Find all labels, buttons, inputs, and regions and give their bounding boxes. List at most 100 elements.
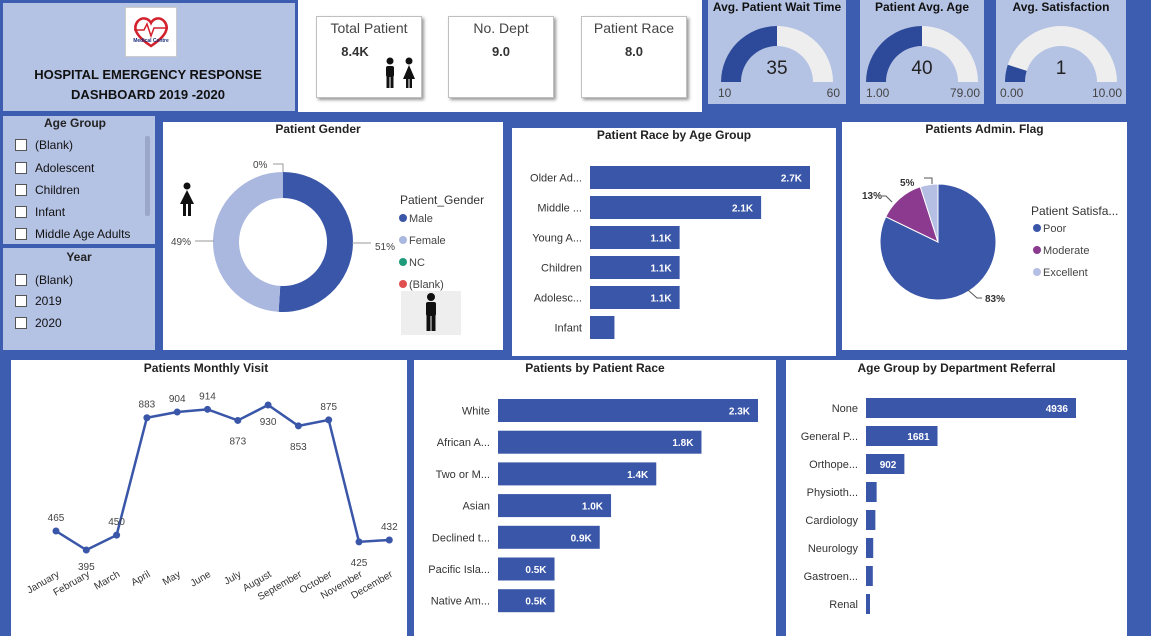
category-label: African A... [437, 437, 490, 449]
label-leader [273, 163, 284, 172]
label-leader [967, 289, 982, 299]
data-point [234, 416, 242, 424]
category-label: Infant [554, 323, 582, 335]
slicer-title: Age Group [44, 116, 106, 130]
bar [866, 566, 873, 586]
category-label: Native Am... [431, 596, 490, 608]
slicer-option[interactable]: 2019 [15, 294, 62, 308]
data-point [264, 401, 272, 409]
legend-label: Moderate [1043, 245, 1089, 257]
category-label: None [832, 403, 858, 415]
bar [866, 482, 877, 502]
header-panel: Medical Centre HOSPITAL EMERGENCY RESPON… [3, 3, 295, 111]
legend-marker [399, 214, 407, 222]
category-label: Children [541, 263, 582, 275]
data-label: 902 [880, 460, 897, 471]
data-point [143, 414, 151, 422]
gauge-value: 1 [1055, 58, 1067, 79]
race-chart-panel: Patients by Patient Race White 2.3K Africa… [414, 360, 776, 636]
slice-label: 13% [862, 191, 882, 202]
slice-label: 5% [900, 178, 915, 189]
male-icon-box [401, 291, 461, 335]
dept-bar-chart: None 4936 General P... 1681 Orthope... 902 Phy… [801, 398, 1076, 614]
slicer-option[interactable]: Adolescent [15, 161, 94, 175]
x-tick-label: March [93, 569, 123, 592]
race-age-bar-chart: Older Ad... 2.7K Middle ... 2.1K Young A... 1… [530, 166, 810, 339]
race-bar-chart: White 2.3K African A... 1.8K Two or M... 1.4K… [428, 399, 758, 613]
checkbox[interactable] [15, 295, 27, 307]
slicer-option[interactable]: 2020 [15, 316, 62, 330]
data-label: 4936 [1046, 404, 1069, 415]
data-point [385, 536, 393, 544]
gauge-max: 10.00 [1091, 86, 1122, 100]
series-line [55, 403, 390, 552]
logo-text: Medical Centre [133, 38, 169, 44]
gauge-satisfaction: Avg. Satisfaction 1 0.00 10.00 [996, 0, 1126, 104]
legend-marker [1033, 246, 1041, 254]
checkbox[interactable] [15, 162, 27, 174]
category-label: Asian [462, 501, 490, 513]
gauge-min: 0.00 [1000, 86, 1024, 100]
donut-slice [278, 172, 354, 312]
kpi-no-dept: No. Dept 9.0 [448, 16, 554, 98]
slice-label: 51% [375, 242, 395, 253]
slicer-option[interactable]: Children [15, 183, 80, 197]
data-label: 465 [48, 513, 65, 524]
kpi-value: 8.0 [624, 44, 644, 59]
kpi-patient-race: Patient Race 8.0 [581, 16, 687, 98]
data-label: 930 [260, 417, 277, 428]
gauge-avg-age: Patient Avg. Age 40 1.00 79.00 [860, 0, 984, 104]
donut-slice [213, 172, 283, 312]
category-label: Physioth... [807, 487, 858, 499]
category-label: Two or M... [436, 469, 490, 481]
legend-label: Poor [1043, 223, 1067, 235]
legend-label: Female [409, 235, 446, 247]
data-label: 1.0K [582, 502, 604, 513]
data-point [113, 531, 121, 539]
checkbox[interactable] [15, 184, 27, 196]
data-label: 1.8K [672, 438, 694, 449]
kpi-label: No. Dept [473, 20, 529, 36]
data-label: 883 [139, 400, 156, 411]
dashboard-title-line1: HOSPITAL EMERGENCY RESPONSE [34, 67, 262, 82]
checkbox[interactable] [15, 228, 27, 240]
checkbox[interactable] [15, 274, 27, 286]
bar [866, 398, 1076, 418]
data-label: 1.4K [627, 470, 649, 481]
data-point [173, 408, 181, 416]
gauge-max: 79.00 [949, 86, 980, 100]
slicer-option[interactable]: (Blank) [15, 138, 73, 152]
data-label: 1681 [907, 432, 930, 443]
category-label: White [462, 406, 490, 418]
checkbox[interactable] [15, 139, 27, 151]
label-leader [882, 195, 893, 203]
monthly-line-chart: 465January395February450March883April904… [25, 391, 398, 603]
slicer-option[interactable]: Infant [15, 205, 65, 219]
dept-chart-panel: Age Group by Department Referral None 493… [786, 360, 1127, 636]
category-label: Young A... [532, 233, 582, 245]
kpi-label: Patient Race [593, 20, 675, 36]
data-label: 2.1K [732, 204, 754, 215]
bar [498, 430, 702, 454]
category-label: Declined t... [432, 532, 490, 544]
admin-flag-pie-chart: 83% 13% 5% Patient Satisfa... Poor Moderate Ex… [862, 177, 1118, 305]
legend-marker [399, 258, 407, 266]
data-point [52, 527, 60, 535]
female-icon [180, 182, 194, 216]
race-age-chart-panel: Patient Race by Age Group Older Ad... 2.7… [512, 128, 836, 356]
legend-label: NC [409, 257, 425, 269]
slicer-scrollbar[interactable] [145, 136, 150, 216]
category-label: Neurology [808, 543, 859, 555]
x-tick-label: May [161, 569, 183, 588]
checkbox[interactable] [15, 206, 27, 218]
slicer-option[interactable]: (Blank) [15, 273, 73, 287]
slicer-option[interactable]: Middle Age Adults [15, 227, 130, 241]
bar [590, 166, 810, 189]
slice-label: 0% [253, 160, 268, 171]
legend-label: (Blank) [409, 279, 444, 291]
checkbox[interactable] [15, 317, 27, 329]
legend-title: Patient Satisfa... [1031, 204, 1118, 218]
data-label: 2.3K [729, 407, 751, 418]
data-label: 853 [290, 442, 307, 453]
gauge-value: 35 [766, 58, 788, 79]
